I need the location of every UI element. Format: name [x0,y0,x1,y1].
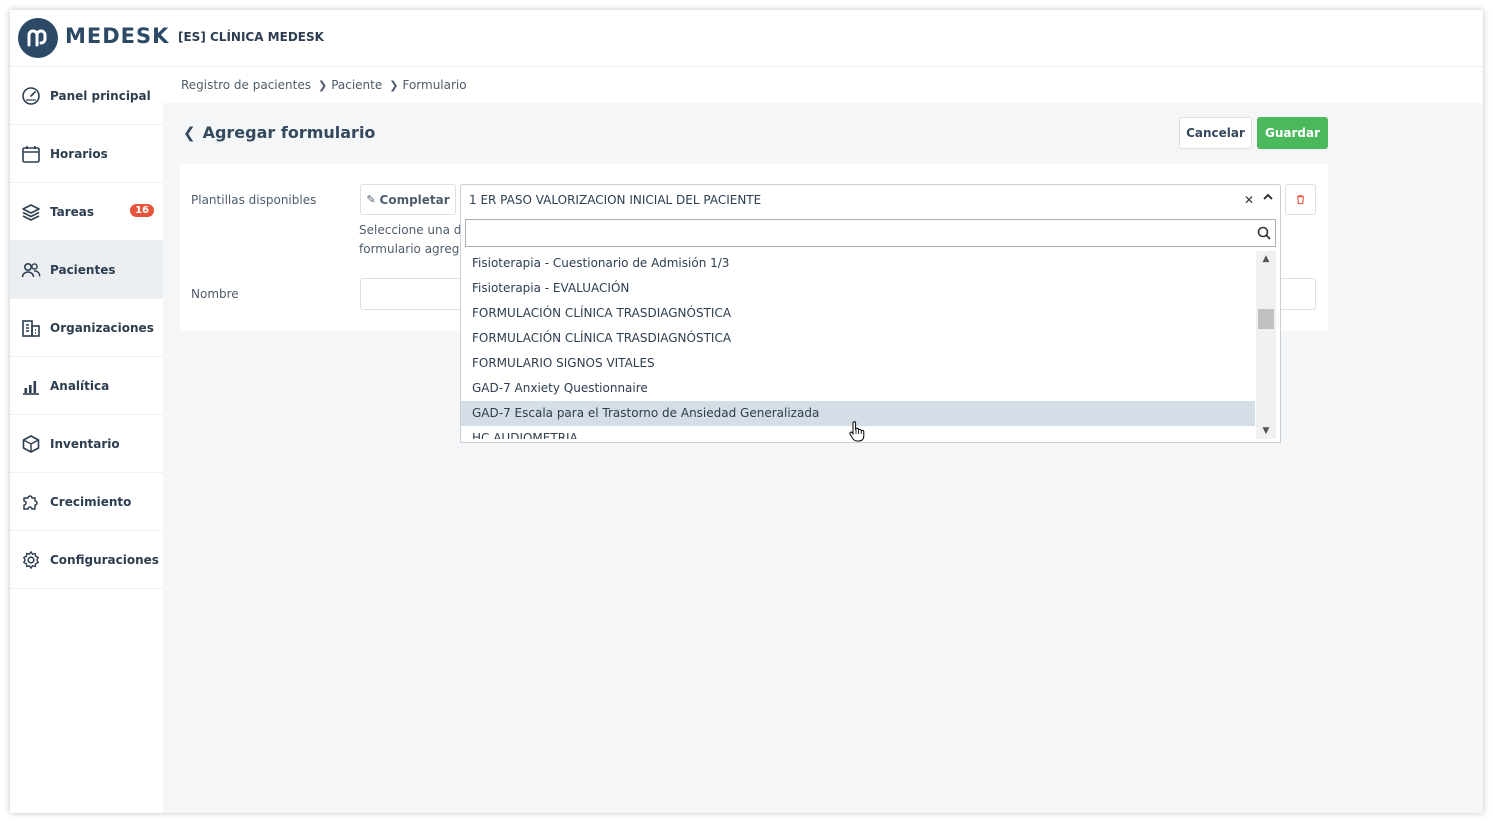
medesk-logo-icon[interactable] [18,18,58,58]
sidebar-item-label: Configuraciones [50,552,159,567]
dashboard-gauge-icon [21,86,41,106]
help-text-line: formulario agrega [359,242,464,256]
option-item[interactable]: FORMULACIÓN CLÍNICA TRASDIAGNÓSTICA [461,301,1255,326]
bar-chart-icon [21,376,41,396]
layers-icon [21,202,41,222]
sidebar: Panel principal Horarios Tareas 16 Pacie… [10,67,163,813]
sidebar-item-inventario[interactable]: Inventario [10,415,163,473]
option-item[interactable]: Fisioterapia - Cuestionario de Admisión … [461,251,1255,276]
sidebar-item-label: Inventario [50,436,120,451]
breadcrumb-item: Formulario [402,78,467,92]
tasks-count-badge: 16 [130,204,154,217]
option-item[interactable]: FORMULARIO SIGNOS VITALES [461,351,1255,376]
dropdown-search-input[interactable] [466,220,1256,246]
chevron-left-icon[interactable]: ❮ [183,124,196,142]
sidebar-item-pacientes[interactable]: Pacientes [10,241,163,299]
chevron-up-icon[interactable] [1262,191,1274,206]
puzzle-icon [21,492,41,512]
scroll-up-arrow-icon[interactable]: ▲ [1256,251,1276,267]
template-select[interactable]: 1 ER PASO VALORIZACION INICIAL DEL PACIE… [460,184,1281,216]
templates-label: Plantillas disponibles [191,193,317,207]
users-icon [21,260,41,280]
sidebar-item-tareas[interactable]: Tareas 16 [10,183,163,241]
save-button[interactable]: Guardar [1257,117,1328,149]
building-icon [21,318,41,338]
name-label: Nombre [191,287,239,301]
edit-icon: ✎ [366,193,376,206]
template-dropdown: Fisioterapia - Cuestionario de Admisión … [460,215,1281,443]
scroll-thumb[interactable] [1258,309,1274,329]
sidebar-item-horarios[interactable]: Horarios [10,125,163,183]
dropdown-scrollbar[interactable]: ▲ ▼ [1256,251,1276,439]
sidebar-item-label: Pacientes [50,262,116,277]
complete-button[interactable]: ✎ Completar [360,184,456,215]
sidebar-item-panel-principal[interactable]: Panel principal [10,67,163,125]
selected-template: 1 ER PASO VALORIZACION INICIAL DEL PACIE… [469,193,762,207]
option-item[interactable]: FORMULACIÓN CLÍNICA TRASDIAGNÓSTICA [461,326,1255,351]
sidebar-item-organizaciones[interactable]: Organizaciones [10,299,163,357]
scroll-down-arrow-icon[interactable]: ▼ [1256,423,1276,439]
top-header: MEDESK [ES] CLÍNICA MEDESK [10,10,1483,67]
breadcrumb-item[interactable]: Registro de pacientes [181,78,311,92]
sidebar-item-label: Organizaciones [50,320,154,335]
hand-pointer-cursor-icon [849,421,865,442]
help-text-line: Seleccione una de [359,223,464,237]
clear-icon[interactable]: ✕ [1244,193,1254,207]
app-window: MEDESK [ES] CLÍNICA MEDESK Panel princip… [10,10,1483,813]
option-item[interactable]: GAD-7 Anxiety Questionnaire [461,376,1255,401]
sidebar-item-label: Horarios [50,146,108,161]
option-item[interactable]: Fisioterapia - EVALUACIÓN [461,276,1255,301]
options-list: Fisioterapia - Cuestionario de Admisión … [461,251,1255,439]
trash-icon [1296,195,1305,205]
chevron-right-icon: ❯ [317,78,328,92]
breadcrumb-item[interactable]: Paciente [331,78,382,92]
sidebar-item-label: Tareas [50,204,95,219]
calendar-icon [21,144,41,164]
dropdown-search [465,219,1276,247]
chevron-right-icon: ❯ [389,78,399,92]
brand-name[interactable]: MEDESK [65,24,169,48]
box-icon [21,434,41,454]
sidebar-item-label: Panel principal [50,88,151,103]
search-icon [1257,226,1271,240]
delete-button[interactable] [1285,184,1316,215]
sidebar-item-label: Analítica [50,378,110,393]
sidebar-item-label: Crecimiento [50,494,132,509]
help-text: Seleccione una de formulario agrega [359,221,464,259]
clinic-name[interactable]: [ES] CLÍNICA MEDESK [178,30,324,44]
sidebar-item-analitica[interactable]: Analítica [10,357,163,415]
sidebar-item-configuraciones[interactable]: Configuraciones [10,531,163,589]
breadcrumb: Registro de pacientes ❯ Paciente ❯ Formu… [163,67,1483,103]
page-title-text: Agregar formulario [202,123,376,142]
gear-icon [21,550,41,570]
page-title: ❮ Agregar formulario [183,123,375,142]
cancel-button[interactable]: Cancelar [1179,117,1252,149]
complete-button-label: Completar [379,192,450,207]
sidebar-item-crecimiento[interactable]: Crecimiento [10,473,163,531]
